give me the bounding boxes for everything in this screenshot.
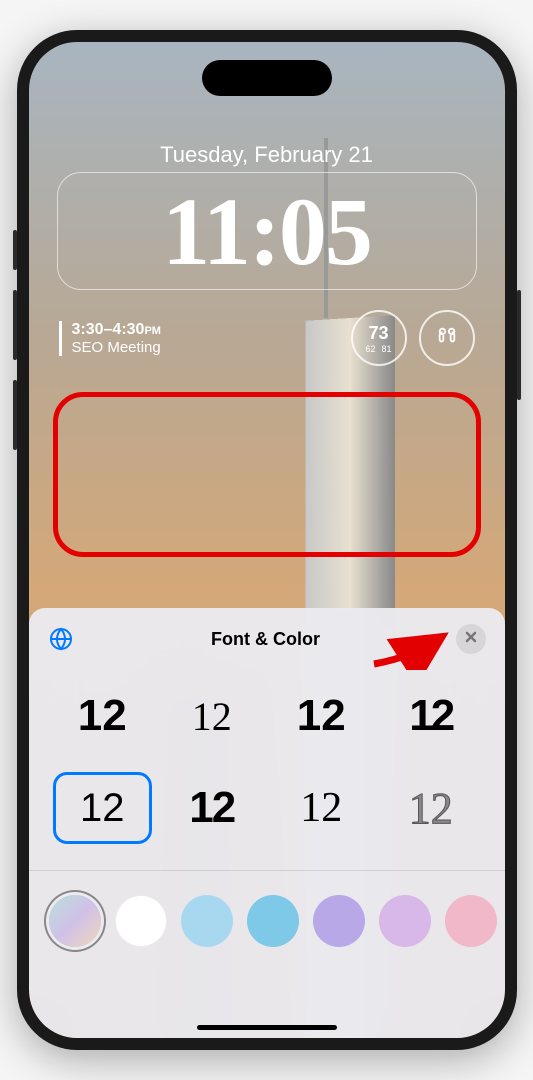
font-option-7[interactable]: 12 [272, 772, 372, 844]
screen: Tuesday, February 21 11:05 3:30–4:30PM S… [29, 42, 505, 1038]
color-swatch-7[interactable] [445, 895, 497, 947]
home-indicator[interactable] [197, 1025, 337, 1030]
mute-switch [13, 230, 17, 270]
annotation-arrow [369, 626, 449, 675]
weather-temp: 73 [368, 323, 388, 344]
widgets-row[interactable]: 3:30–4:30PM SEO Meeting 73 62 81 [59, 310, 475, 366]
meeting-title: SEO Meeting [72, 339, 351, 356]
color-swatch-5[interactable] [313, 895, 365, 947]
font-option-4[interactable]: 12 [381, 680, 481, 752]
clock-widget[interactable]: 11:05 [57, 172, 477, 290]
lockscreen-date[interactable]: Tuesday, February 21 [29, 142, 505, 168]
volume-up [13, 290, 17, 360]
power-button [517, 290, 521, 400]
fonts-grid: 1212121212121212 [29, 670, 505, 864]
weather-range: 62 81 [365, 344, 391, 354]
airpods-widget[interactable] [419, 310, 475, 366]
meeting-time: 3:30–4:30PM [72, 321, 351, 339]
volume-down [13, 380, 17, 450]
font-option-3[interactable]: 12 [272, 680, 372, 752]
annotation-highlight [53, 392, 481, 557]
font-option-1[interactable]: 12 [53, 680, 153, 752]
colors-row [29, 877, 505, 965]
font-color-sheet: Font & Color 1212121212121212 [29, 608, 505, 1038]
font-option-5[interactable]: 12 [53, 772, 153, 844]
color-swatch-4[interactable] [247, 895, 299, 947]
close-icon [465, 630, 477, 648]
font-option-8[interactable]: 12 [381, 772, 481, 844]
color-swatch-2[interactable] [115, 895, 167, 947]
color-swatch-3[interactable] [181, 895, 233, 947]
font-option-2[interactable]: 12 [162, 680, 262, 752]
airpods-icon [436, 325, 458, 352]
weather-widget[interactable]: 73 62 81 [351, 310, 407, 366]
font-option-6[interactable]: 12 [162, 772, 262, 844]
sheet-title: Font & Color [211, 629, 320, 650]
divider [29, 870, 505, 871]
color-swatch-6[interactable] [379, 895, 431, 947]
clock-time: 11:05 [162, 176, 371, 287]
dynamic-island [202, 60, 332, 96]
color-swatch-1[interactable] [49, 895, 101, 947]
close-button[interactable] [456, 624, 486, 654]
calendar-widget[interactable]: 3:30–4:30PM SEO Meeting [59, 321, 351, 356]
globe-icon[interactable] [47, 625, 75, 653]
phone-frame: Tuesday, February 21 11:05 3:30–4:30PM S… [17, 30, 517, 1050]
